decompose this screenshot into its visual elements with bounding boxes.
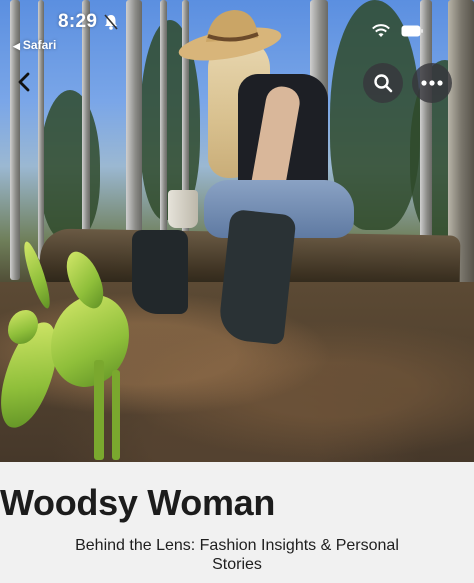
wifi-icon (372, 24, 390, 37)
bell-slash-icon (104, 14, 118, 30)
battery-icon (401, 25, 423, 37)
straw-hat (178, 10, 282, 61)
back-to-app[interactable]: ◀ Safari (13, 38, 56, 52)
chevron-left-icon (18, 72, 30, 92)
back-triangle-icon: ◀ (13, 41, 20, 51)
search-icon (374, 74, 393, 93)
back-button[interactable] (14, 70, 36, 94)
enamel-mug (168, 190, 198, 228)
board-subtitle: Behind the Lens: Fashion Insights & Pers… (75, 537, 399, 573)
board-title: Woodsy Woman (0, 482, 276, 523)
back-app-label: Safari (22, 38, 57, 52)
ellipsis-icon (421, 80, 443, 86)
more-options-button[interactable] (412, 63, 452, 103)
status-time: 8:29 (58, 11, 98, 32)
green-plants (0, 239, 200, 462)
hero-photo: 8:29 ◀ Safari (0, 0, 474, 462)
search-button[interactable] (363, 63, 403, 103)
right-boot (217, 208, 297, 346)
